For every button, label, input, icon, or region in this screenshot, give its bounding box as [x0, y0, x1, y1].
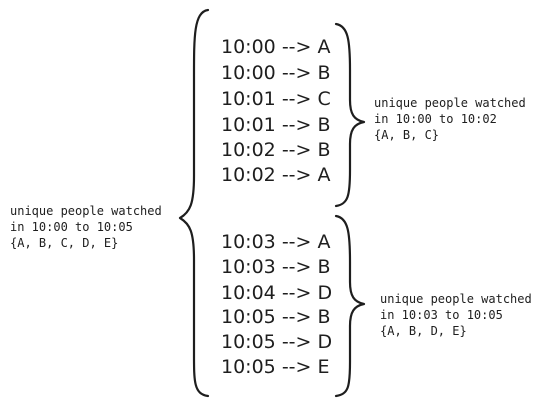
event-user: B — [317, 139, 331, 161]
event-row: 10:01 --> B — [221, 114, 341, 136]
event-user: B — [317, 62, 331, 84]
event-arrow: --> — [281, 256, 312, 278]
note-line: {A, B, C} — [374, 128, 440, 142]
event-time: 10:05 — [221, 306, 276, 328]
event-row: 10:01 --> C — [221, 88, 341, 110]
event-arrow: --> — [281, 164, 312, 186]
note-line: in 10:03 to 10:05 — [380, 308, 503, 322]
group2-note: unique people watched in 10:03 to 10:05 … — [380, 291, 532, 339]
event-arrow: --> — [281, 114, 312, 136]
event-row: 10:04 --> D — [221, 282, 341, 304]
event-time: 10:00 — [221, 36, 276, 58]
event-time: 10:02 — [221, 139, 276, 161]
note-line: unique people watched — [374, 96, 526, 110]
note-line: {A, B, C, D, E} — [10, 236, 119, 250]
event-row: 10:05 --> E — [221, 356, 341, 378]
event-arrow: --> — [281, 88, 312, 110]
event-row: 10:02 --> A — [221, 164, 341, 186]
event-user: A — [317, 164, 331, 186]
event-time: 10:01 — [221, 88, 276, 110]
event-time: 10:05 — [221, 356, 276, 378]
event-time: 10:02 — [221, 164, 276, 186]
group1-right-brace — [334, 22, 366, 208]
event-arrow: --> — [281, 356, 312, 378]
note-line: unique people watched — [380, 292, 532, 306]
event-arrow: --> — [281, 62, 312, 84]
event-row: 10:05 --> D — [221, 331, 341, 353]
group2-right-brace — [334, 214, 366, 398]
event-user: B — [317, 114, 331, 136]
overall-left-brace — [178, 8, 210, 398]
group1-note: unique people watched in 10:00 to 10:02 … — [374, 95, 526, 143]
event-row: 10:03 --> B — [221, 256, 341, 278]
event-user: A — [317, 231, 331, 253]
event-time: 10:01 — [221, 114, 276, 136]
event-time: 10:00 — [221, 62, 276, 84]
event-user: A — [317, 36, 331, 58]
event-user: E — [317, 356, 330, 378]
event-arrow: --> — [281, 139, 312, 161]
note-line: {A, B, D, E} — [380, 324, 467, 338]
event-row: 10:05 --> B — [221, 306, 341, 328]
overall-note: unique people watched in 10:00 to 10:05 … — [10, 203, 162, 251]
event-row: 10:02 --> B — [221, 139, 341, 161]
event-arrow: --> — [281, 282, 312, 304]
event-arrow: --> — [281, 231, 312, 253]
note-line: unique people watched — [10, 204, 162, 218]
event-user: B — [317, 306, 331, 328]
note-line: in 10:00 to 10:05 — [10, 220, 133, 234]
event-time: 10:03 — [221, 231, 276, 253]
note-line: in 10:00 to 10:02 — [374, 112, 497, 126]
event-time: 10:04 — [221, 282, 276, 304]
stream-window-diagram: 10:00 --> A 10:00 --> B 10:01 --> C 10:0… — [0, 0, 551, 407]
event-time: 10:05 — [221, 331, 276, 353]
event-row: 10:00 --> B — [221, 62, 341, 84]
event-user: C — [317, 88, 331, 110]
event-arrow: --> — [281, 36, 312, 58]
event-arrow: --> — [281, 331, 312, 353]
event-row: 10:03 --> A — [221, 231, 341, 253]
event-user: B — [317, 256, 331, 278]
event-time: 10:03 — [221, 256, 276, 278]
event-arrow: --> — [281, 306, 312, 328]
event-row: 10:00 --> A — [221, 36, 341, 58]
